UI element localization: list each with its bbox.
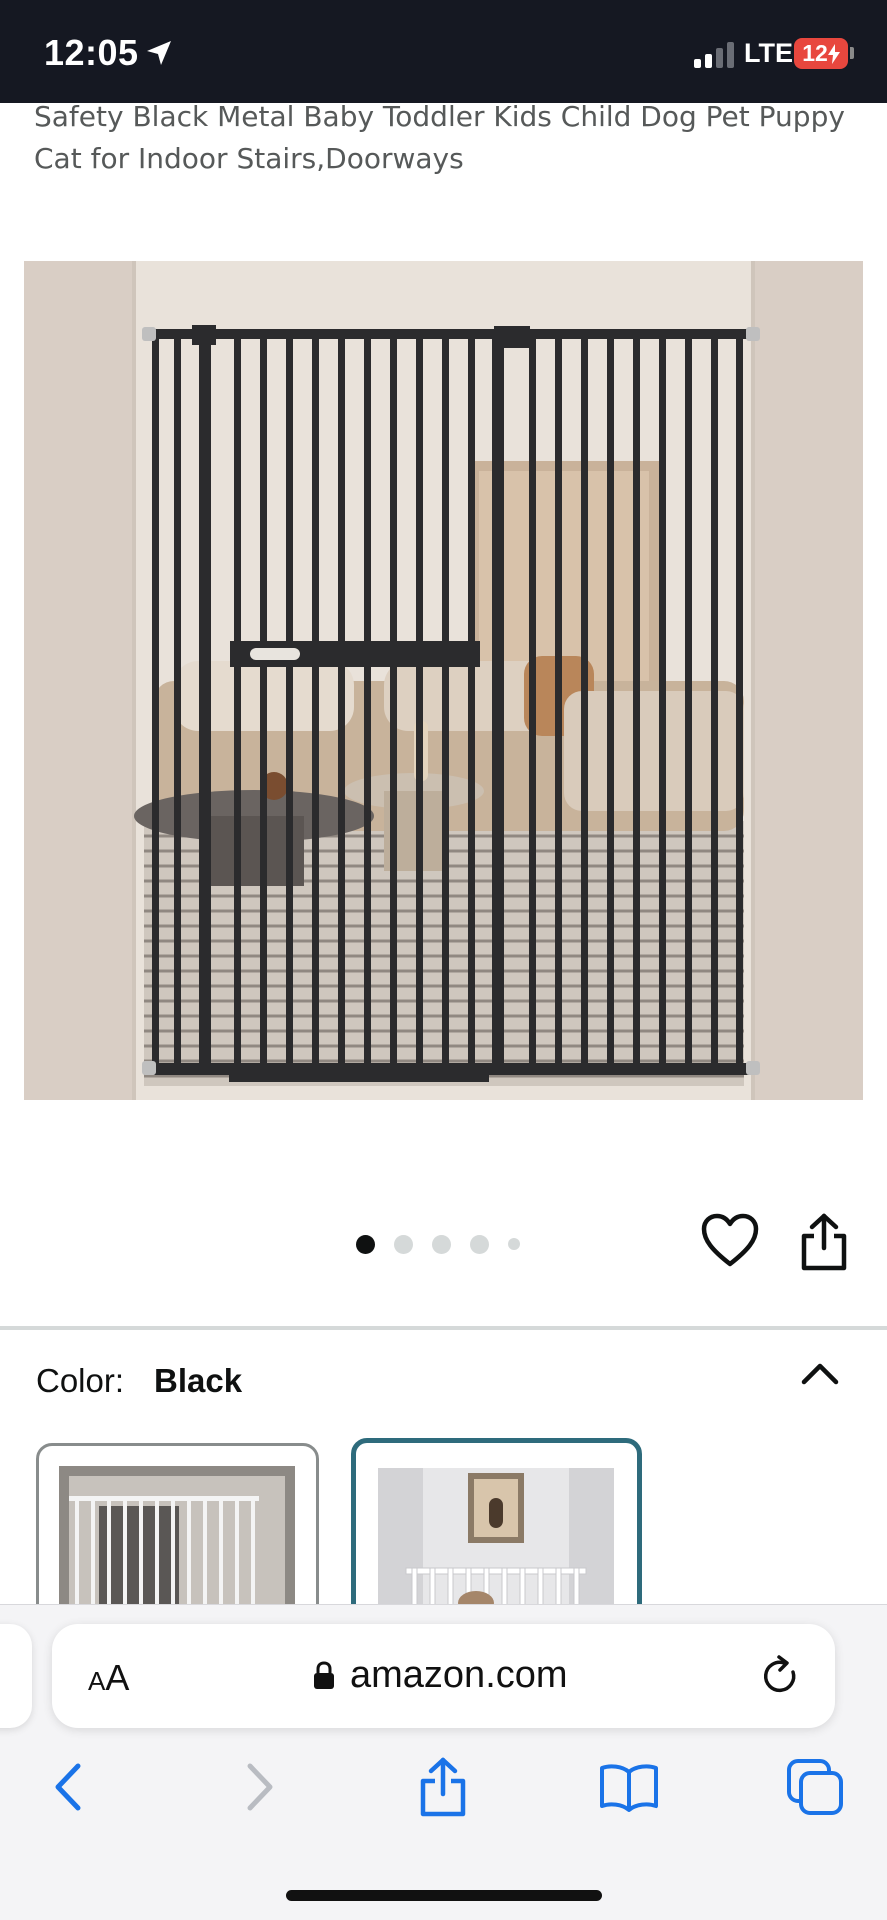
status-time: 12:05 [44,32,139,73]
reader-settings-button[interactable]: AA [88,1657,129,1699]
lock-icon [314,1661,334,1689]
battery-indicator: 12 [794,38,848,69]
back-icon[interactable] [48,1762,88,1812]
battery-cap [850,47,854,59]
carousel-dots[interactable] [356,1232,539,1256]
url-text[interactable]: amazon.com [350,1654,568,1697]
chevron-up-icon[interactable] [798,1358,842,1388]
status-bar: 12:05 LTE 12 [0,0,887,103]
color-label: Color: [36,1362,125,1399]
home-indicator[interactable] [286,1890,602,1901]
charging-bolt-icon [827,43,840,64]
carousel-dot[interactable] [470,1234,489,1254]
reload-icon[interactable] [760,1654,802,1698]
share-icon[interactable] [418,1756,468,1818]
product-image[interactable] [24,261,863,1100]
aa-large-label: A [105,1657,130,1698]
product-title[interactable]: Safety Black Metal Baby Toddler Kids Chi… [34,96,864,180]
carousel-dot[interactable] [356,1234,375,1254]
share-icon[interactable] [796,1212,852,1272]
color-value: Black [154,1362,243,1399]
signal-bars-icon [694,42,734,68]
carousel-dot[interactable] [394,1234,413,1254]
aa-small-label: A [88,1666,106,1696]
phone-screen: 12:05 LTE 12 Safety Black Metal Baby Tod… [0,0,887,1920]
tabs-icon[interactable] [786,1758,844,1816]
bookmarks-icon[interactable] [598,1762,660,1812]
baby-gate-photo [24,261,863,1100]
forward-icon [247,1763,273,1811]
heart-icon[interactable] [700,1212,760,1268]
carousel-dot[interactable] [432,1234,451,1254]
network-type: LTE [744,38,793,68]
location-arrow-icon [147,41,171,65]
carousel-dot[interactable] [508,1238,520,1250]
battery-level: 12 [802,40,828,66]
previous-tab-peek[interactable] [0,1624,32,1728]
section-divider [0,1326,887,1330]
